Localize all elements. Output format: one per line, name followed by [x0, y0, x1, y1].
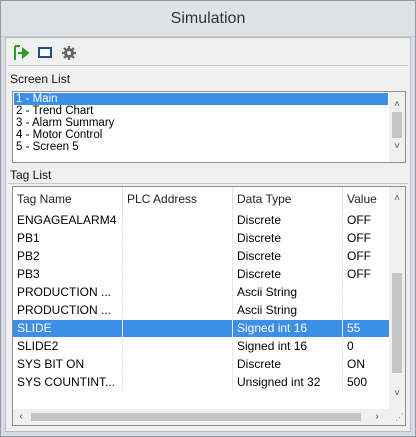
cell-data-type: Unsigned int 32	[233, 374, 343, 391]
scroll-thumb[interactable]	[392, 112, 402, 138]
cell-value: 0	[347, 339, 354, 353]
cell-value: OFF	[347, 231, 371, 245]
cell-value: 55	[347, 321, 361, 335]
cell-value	[343, 284, 389, 301]
table-row[interactable]: SYS COUNTINT... Unsigned int 32 500	[13, 374, 389, 391]
screen-list-item[interactable]: 4 - Motor Control	[14, 129, 102, 141]
cell-value	[343, 302, 389, 319]
cell-plc-address	[123, 284, 233, 301]
window-title: Simulation	[1, 1, 415, 37]
cell-plc-address	[123, 356, 233, 373]
cell-plc-address	[123, 302, 233, 319]
screen-list-label: Screen List	[10, 72, 71, 86]
table-header: Tag Name PLC Address Data Type Value	[13, 187, 389, 211]
scroll-up-icon[interactable]: ˄	[389, 192, 405, 206]
scroll-thumb[interactable]	[31, 413, 361, 421]
column-header-tag-name[interactable]: Tag Name	[13, 187, 123, 211]
cell-tag-name: SLIDE	[13, 320, 123, 337]
column-header-value[interactable]: Value	[343, 187, 389, 211]
table-row[interactable]: ENGAGEALARM4 Discrete OFF	[13, 212, 389, 229]
scroll-thumb[interactable]	[392, 273, 402, 373]
tag-list-table[interactable]: Tag Name PLC Address Data Type Value ENG…	[12, 186, 406, 426]
cell-value: OFF	[347, 213, 371, 227]
table-row[interactable]: PRODUCTION ... Ascii String	[13, 284, 389, 301]
toolbar	[12, 44, 78, 62]
cell-tag-name: PRODUCTION ...	[13, 284, 123, 301]
table-row[interactable]: SYS BIT ON Discrete ON	[13, 356, 389, 373]
cell-data-type: Discrete	[233, 356, 343, 373]
screen-list-item[interactable]: 5 - Screen 5	[14, 141, 79, 153]
table-row[interactable]: PB3 Discrete OFF	[13, 266, 389, 283]
cell-tag-name: PB3	[13, 266, 123, 283]
scroll-right-icon[interactable]: ›	[369, 409, 385, 425]
cell-data-type: Discrete	[233, 266, 343, 283]
cell-tag-name: ENGAGEALARM4	[13, 212, 123, 229]
tag-list-divider	[8, 183, 408, 184]
table-row[interactable]: SLIDE2 Signed int 16 0	[13, 338, 389, 355]
cell-tag-name: SYS COUNTINT...	[13, 374, 123, 391]
cell-tag-name: PRODUCTION ...	[13, 302, 123, 319]
cell-tag-name: PB1	[13, 230, 123, 247]
screen-list-item[interactable]: 1 - Main	[14, 93, 388, 105]
scroll-up-icon[interactable]: ˄	[389, 98, 405, 112]
cell-plc-address	[123, 320, 233, 337]
tag-list-label: Tag List	[10, 168, 52, 182]
table-row[interactable]: PB2 Discrete OFF	[13, 248, 389, 265]
cell-plc-address	[123, 338, 233, 355]
screen-list-scrollbar[interactable]: ˄ ˅	[389, 92, 405, 162]
screen-icon[interactable]	[36, 44, 54, 62]
table-row[interactable]: SLIDE Signed int 16 55	[13, 320, 389, 337]
screen-list[interactable]: 1 - Main 2 - Trend Chart 3 - Alarm Summa…	[12, 91, 406, 163]
cell-tag-name: PB2	[13, 248, 123, 265]
cell-value: ON	[347, 357, 365, 371]
cell-tag-name: SLIDE2	[13, 338, 123, 355]
simulation-panel: Screen List 1 - Main 2 - Trend Chart 3 -…	[5, 37, 411, 432]
screen-list-item[interactable]: 2 - Trend Chart	[14, 105, 93, 117]
settings-gear-icon[interactable]	[60, 44, 78, 62]
cell-value: OFF	[347, 249, 371, 263]
cell-data-type: Discrete	[233, 248, 343, 265]
cell-value: OFF	[347, 267, 371, 281]
cell-plc-address	[123, 374, 233, 391]
simulation-window: Simulation Screen List 1 - Main 2 - Tren…	[0, 0, 416, 437]
toolbar-divider	[8, 65, 408, 66]
cell-value: 500	[347, 375, 368, 389]
scroll-left-icon[interactable]: ‹	[13, 409, 29, 425]
tag-list-vertical-scrollbar[interactable]: ˄ ˅	[389, 187, 405, 409]
cell-data-type: Signed int 16	[233, 338, 343, 355]
table-row[interactable]: PB1 Discrete OFF	[13, 230, 389, 247]
resize-grip-icon[interactable]: ⋰	[390, 410, 404, 424]
tag-list-horizontal-scrollbar[interactable]: ‹ › ⋰	[13, 409, 405, 425]
column-header-data-type[interactable]: Data Type	[233, 187, 343, 211]
cell-data-type: Ascii String	[233, 302, 343, 319]
cell-data-type: Discrete	[233, 212, 343, 229]
cell-plc-address	[123, 266, 233, 283]
cell-plc-address	[123, 248, 233, 265]
cell-data-type: Signed int 16	[233, 320, 343, 337]
cell-data-type: Discrete	[233, 230, 343, 247]
column-header-plc-address[interactable]: PLC Address	[123, 187, 233, 211]
run-icon[interactable]	[12, 44, 30, 62]
cell-plc-address	[123, 230, 233, 247]
screen-list-item[interactable]: 3 - Alarm Summary	[14, 117, 114, 129]
cell-plc-address	[123, 212, 233, 229]
cell-data-type: Ascii String	[233, 284, 343, 301]
cell-tag-name: SYS BIT ON	[13, 356, 123, 373]
scroll-down-icon[interactable]: ˅	[389, 140, 405, 154]
scroll-down-icon[interactable]: ˅	[389, 387, 405, 401]
table-row[interactable]: PRODUCTION ... Ascii String	[13, 302, 389, 319]
